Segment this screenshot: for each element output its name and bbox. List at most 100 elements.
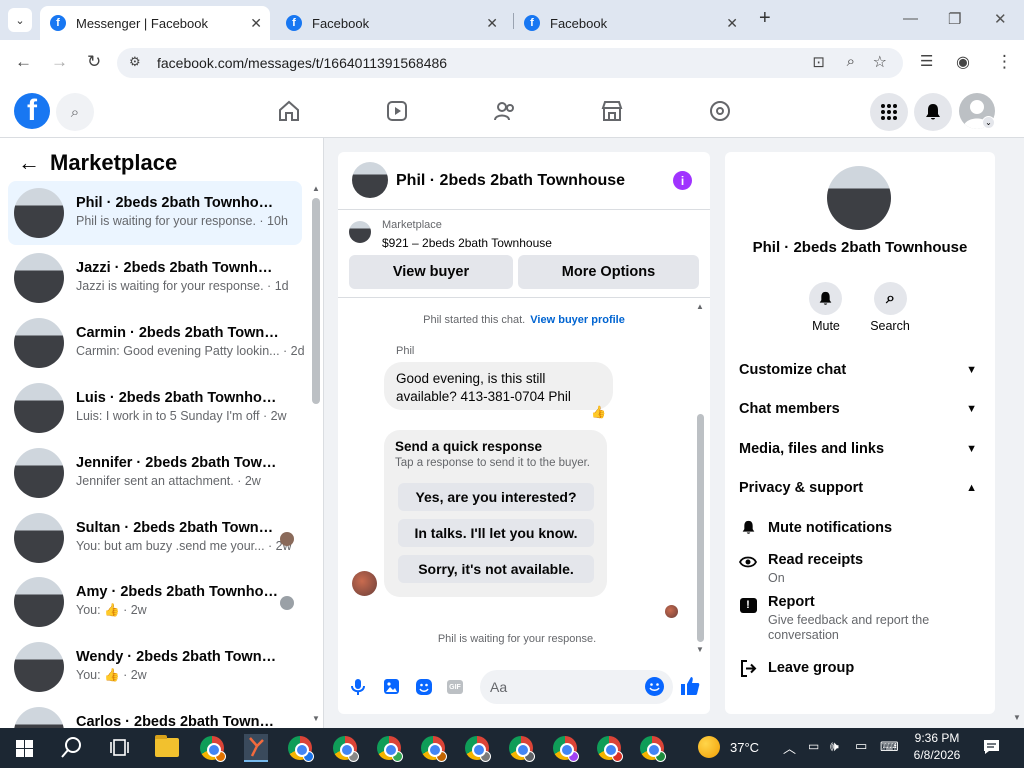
thumbs-up-reaction-icon[interactable]: 👍 <box>591 405 606 419</box>
chrome-app-icon[interactable] <box>333 736 359 762</box>
attach-photo-icon[interactable] <box>384 679 399 699</box>
thread-row[interactable]: Sultan · 2beds 2bath Townho... You: but a… <box>8 506 302 570</box>
thread-row[interactable]: Luis · 2beds 2bath Townhouse Luis: I work… <box>8 376 302 440</box>
thread-row[interactable]: Jennifer · 2beds 2bath Townhouse Jennifer… <box>8 441 302 505</box>
thread-list-scrollbar[interactable] <box>312 198 320 404</box>
tab-facebook-2[interactable]: f Facebook ✕ <box>514 6 746 40</box>
thread-row[interactable]: Phil · 2beds 2bath Townhouse Phil is wait… <box>8 181 302 245</box>
chrome-app-icon[interactable] <box>553 736 579 762</box>
facebook-logo-icon[interactable]: f <box>14 93 50 129</box>
new-tab-icon[interactable]: + <box>759 7 771 30</box>
view-buyer-profile-link[interactable]: View buyer profile <box>530 314 625 326</box>
pinned-app-icon[interactable] <box>244 734 268 762</box>
mute-notifications-item[interactable]: Mute notifications <box>768 520 892 536</box>
quick-reply-not-available[interactable]: Sorry, it's not available. <box>398 555 594 583</box>
listing-title[interactable]: $921 – 2beds 2bath Townhouse <box>382 236 552 250</box>
chat-avatar[interactable] <box>352 162 388 198</box>
network-icon[interactable]: ▭ <box>855 738 867 754</box>
chrome-app-icon[interactable] <box>597 736 623 762</box>
chrome-app-icon[interactable] <box>200 736 226 762</box>
task-view-icon[interactable] <box>110 739 129 761</box>
listing-thumbnail[interactable] <box>349 221 371 243</box>
tab-messenger[interactable]: f Messenger | Facebook ✕ <box>40 6 270 40</box>
chrome-app-icon[interactable] <box>640 736 666 762</box>
friends-nav-icon[interactable] <box>493 99 517 123</box>
notifications-center-icon[interactable] <box>983 739 1000 760</box>
close-tab-icon[interactable]: ✕ <box>250 15 262 32</box>
forward-icon[interactable]: → <box>51 52 68 72</box>
meet-now-icon[interactable]: ▭ <box>808 739 819 753</box>
sender-avatar[interactable] <box>352 571 377 596</box>
scroll-up-arrow-icon[interactable]: ▲ <box>312 184 320 193</box>
chevron-up-icon[interactable]: ▲ <box>966 482 977 494</box>
gaming-nav-icon[interactable] <box>708 99 732 123</box>
video-nav-icon[interactable] <box>385 99 409 123</box>
chrome-app-icon[interactable] <box>377 736 403 762</box>
page-scroll-down-arrow-icon[interactable]: ▼ <box>1013 713 1021 722</box>
zoom-icon[interactable]: ⌕ <box>847 53 855 70</box>
message-scrollbar[interactable] <box>697 414 704 642</box>
chat-members-section[interactable]: Chat members <box>739 401 840 417</box>
home-nav-icon[interactable] <box>277 99 301 123</box>
chevron-down-icon[interactable]: ▼ <box>966 443 977 455</box>
show-hidden-icons-icon[interactable]: ︿ <box>783 738 796 757</box>
restore-icon[interactable]: ❐ <box>948 10 961 28</box>
message-bubble[interactable]: Good evening, is this still available? 4… <box>384 362 613 410</box>
gif-icon[interactable]: GIF <box>447 680 463 694</box>
media-controls-icon[interactable]: ☰ <box>920 52 933 70</box>
thread-row[interactable]: Jazzi · 2beds 2bath Townhouse Jazzi is wa… <box>8 246 302 310</box>
windows-start-icon[interactable] <box>16 740 33 762</box>
weather-icon[interactable] <box>698 736 720 758</box>
marketplace-nav-icon[interactable] <box>600 99 624 123</box>
info-avatar[interactable] <box>827 166 891 230</box>
notifications-bell-icon[interactable] <box>914 93 952 131</box>
leave-group-item[interactable]: Leave group <box>768 660 854 676</box>
scroll-down-arrow-icon[interactable]: ▼ <box>312 714 320 723</box>
browser-menu-icon[interactable]: ⋮ <box>996 52 1013 72</box>
scroll-down-arrow-icon[interactable]: ▼ <box>696 645 704 654</box>
tab-search-button[interactable]: ⌄ <box>8 8 32 32</box>
chrome-app-icon[interactable] <box>421 736 447 762</box>
address-bar[interactable]: ⚙ facebook.com/messages/t/16640113915684… <box>117 48 903 78</box>
profile-icon[interactable]: ◉ <box>956 52 970 72</box>
read-receipts-item[interactable]: Read receipts <box>768 552 863 568</box>
tab-facebook-1[interactable]: f Facebook ✕ <box>276 6 506 40</box>
account-chevron-icon[interactable]: ⌄ <box>982 116 995 129</box>
close-tab-icon[interactable]: ✕ <box>726 15 738 32</box>
report-item[interactable]: Report <box>768 594 815 610</box>
thread-row[interactable]: Carlos · 2beds 2bath Townhouse <box>8 700 302 728</box>
chat-title[interactable]: Phil · 2beds 2bath Townhouse <box>396 172 625 190</box>
thread-row[interactable]: Carmin · 2beds 2bath Townhouse Carmin: Go… <box>8 311 305 375</box>
chevron-down-icon[interactable]: ▼ <box>966 403 977 415</box>
microphone-icon[interactable] <box>351 678 365 701</box>
keyboard-icon[interactable]: ⌨ <box>880 739 899 755</box>
clock-date[interactable]: 6/8/2026 <box>907 748 967 762</box>
chrome-app-icon[interactable] <box>288 736 314 762</box>
minimize-icon[interactable]: — <box>903 10 918 27</box>
weather-temperature[interactable]: 37°C <box>730 740 759 755</box>
volume-icon[interactable]: 🕪 <box>830 738 839 755</box>
bookmark-star-icon[interactable]: ☆ <box>873 52 887 72</box>
site-settings-icon[interactable]: ⚙ <box>129 54 141 70</box>
file-explorer-icon[interactable] <box>155 735 179 757</box>
emoji-icon[interactable] <box>645 677 664 696</box>
scroll-up-arrow-icon[interactable]: ▲ <box>696 302 704 311</box>
sticker-icon[interactable] <box>416 679 432 700</box>
reload-icon[interactable]: ↻ <box>87 52 101 72</box>
install-app-icon[interactable]: ⊡ <box>812 53 825 71</box>
back-arrow-icon[interactable]: ← <box>18 150 40 176</box>
media-files-links-section[interactable]: Media, files and links <box>739 441 884 457</box>
thread-row[interactable]: Amy · 2beds 2bath Townhouse You: 👍 · 2w <box>8 570 302 634</box>
customize-chat-section[interactable]: Customize chat <box>739 362 846 378</box>
thread-row[interactable]: Wendy · 2beds 2bath Townhouse You: 👍 · 2w <box>8 635 302 699</box>
quick-reply-yes[interactable]: Yes, are you interested? <box>398 483 594 511</box>
more-options-button[interactable]: More Options <box>518 255 699 289</box>
search-chat-icon[interactable]: ⌕ <box>874 282 907 315</box>
close-window-icon[interactable]: ✕ <box>994 10 1007 28</box>
close-tab-icon[interactable]: ✕ <box>486 15 498 32</box>
quick-reply-in-talks[interactable]: In talks. I'll let you know. <box>398 519 594 547</box>
back-icon[interactable]: ← <box>15 52 32 72</box>
menu-grid-icon[interactable] <box>870 93 908 131</box>
mute-bell-icon[interactable] <box>809 282 842 315</box>
message-input[interactable]: Aa <box>480 670 673 704</box>
